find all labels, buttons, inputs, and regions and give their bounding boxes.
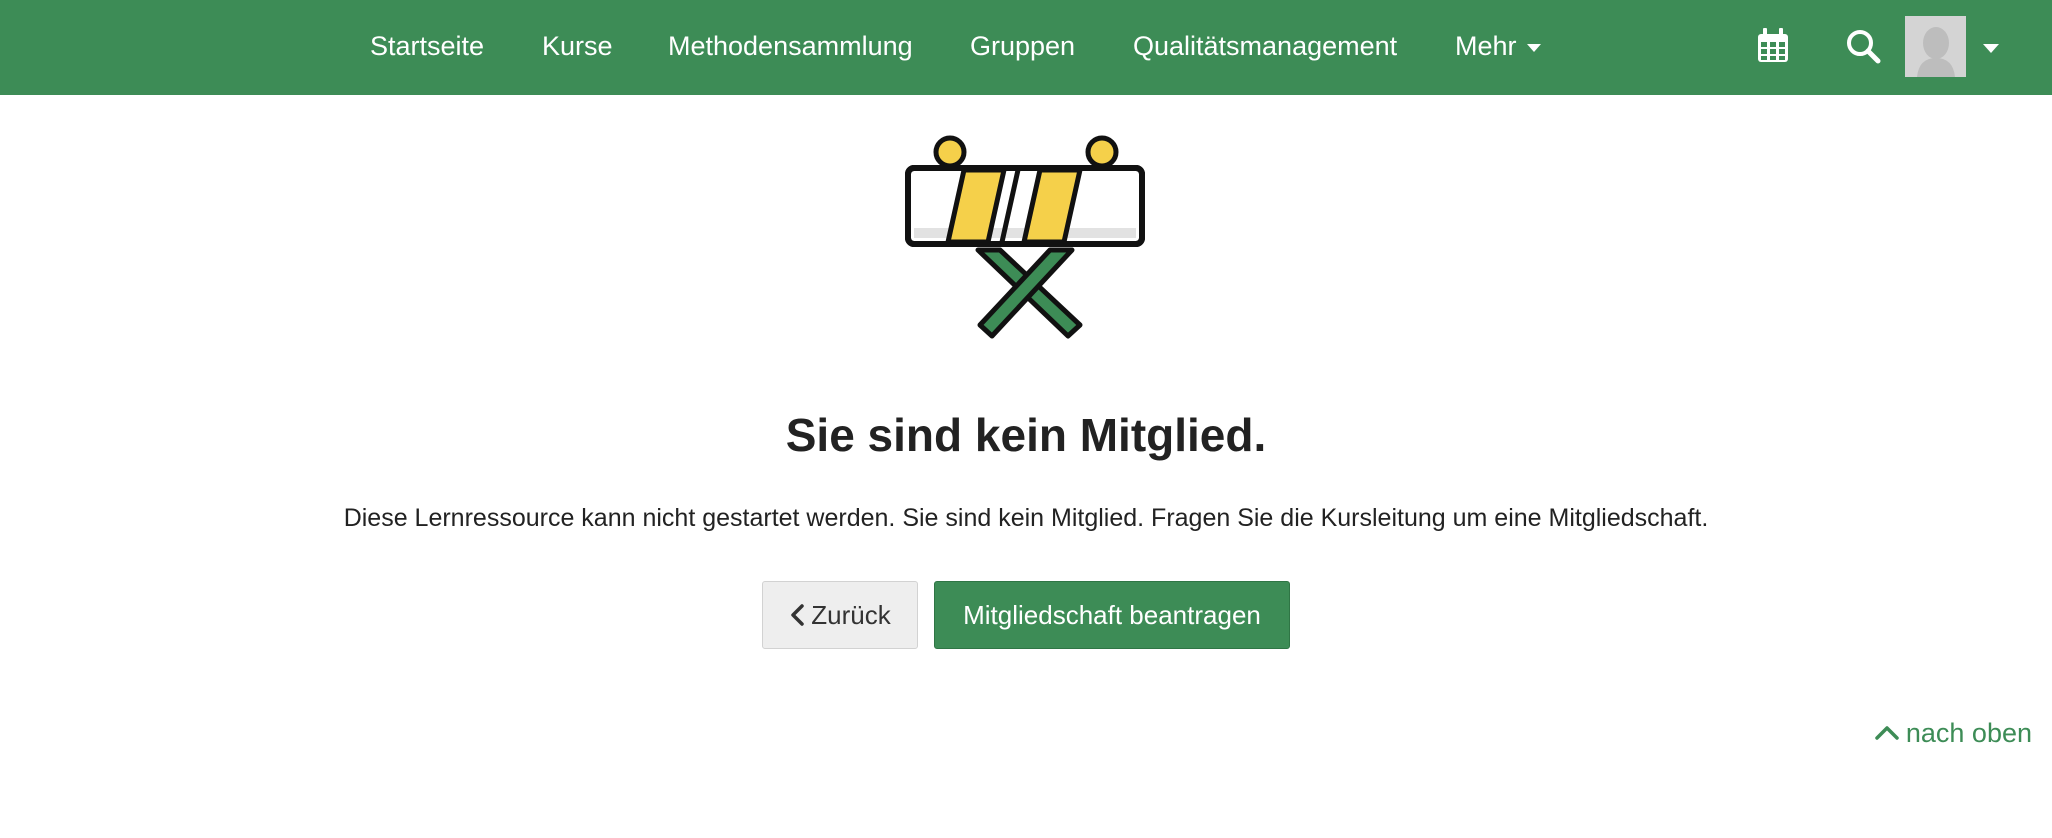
search-button[interactable] bbox=[1839, 22, 1889, 72]
user-avatar[interactable] bbox=[1905, 16, 1966, 77]
nav-item-mehr[interactable]: Mehr bbox=[1455, 0, 1541, 95]
nav-item-qualitaetsmanagement[interactable]: Qualitätsmanagement bbox=[1133, 0, 1397, 95]
calendar-icon bbox=[1758, 28, 1788, 62]
nav-item-mehr-label: Mehr bbox=[1455, 31, 1517, 61]
top-navigation-bar: Startseite Kurse Methodensammlung Gruppe… bbox=[0, 0, 2052, 95]
page-title: Sie sind kein Mitglied. bbox=[785, 409, 1267, 461]
chevron-up-icon bbox=[1875, 726, 1899, 740]
back-button[interactable]: Zurück bbox=[762, 581, 918, 649]
nav-item-gruppen[interactable]: Gruppen bbox=[970, 0, 1075, 95]
calendar-button[interactable] bbox=[1748, 22, 1798, 72]
user-menu-chevron-down-icon[interactable] bbox=[1983, 44, 1999, 53]
back-to-top-link[interactable]: nach oben bbox=[1874, 718, 2032, 749]
back-button-label: Zurück bbox=[811, 600, 891, 630]
chevron-left-icon bbox=[791, 604, 805, 626]
road-barrier-illustration bbox=[900, 130, 1150, 350]
nav-item-methodensammlung[interactable]: Methodensammlung bbox=[668, 0, 913, 95]
nav-item-kurse[interactable]: Kurse bbox=[542, 0, 613, 95]
main-navigation: Startseite Kurse Methodensammlung Gruppe… bbox=[0, 0, 2052, 95]
chevron-down-icon bbox=[1526, 43, 1541, 52]
nav-item-startseite[interactable]: Startseite bbox=[370, 0, 484, 95]
user-silhouette-icon bbox=[1905, 16, 1966, 77]
search-icon bbox=[1847, 30, 1881, 64]
request-membership-button[interactable]: Mitgliedschaft beantragen bbox=[934, 581, 1290, 649]
info-message: Diese Lernressource kann nicht gestartet… bbox=[343, 504, 1709, 532]
back-to-top-label: nach oben bbox=[1905, 718, 2032, 748]
